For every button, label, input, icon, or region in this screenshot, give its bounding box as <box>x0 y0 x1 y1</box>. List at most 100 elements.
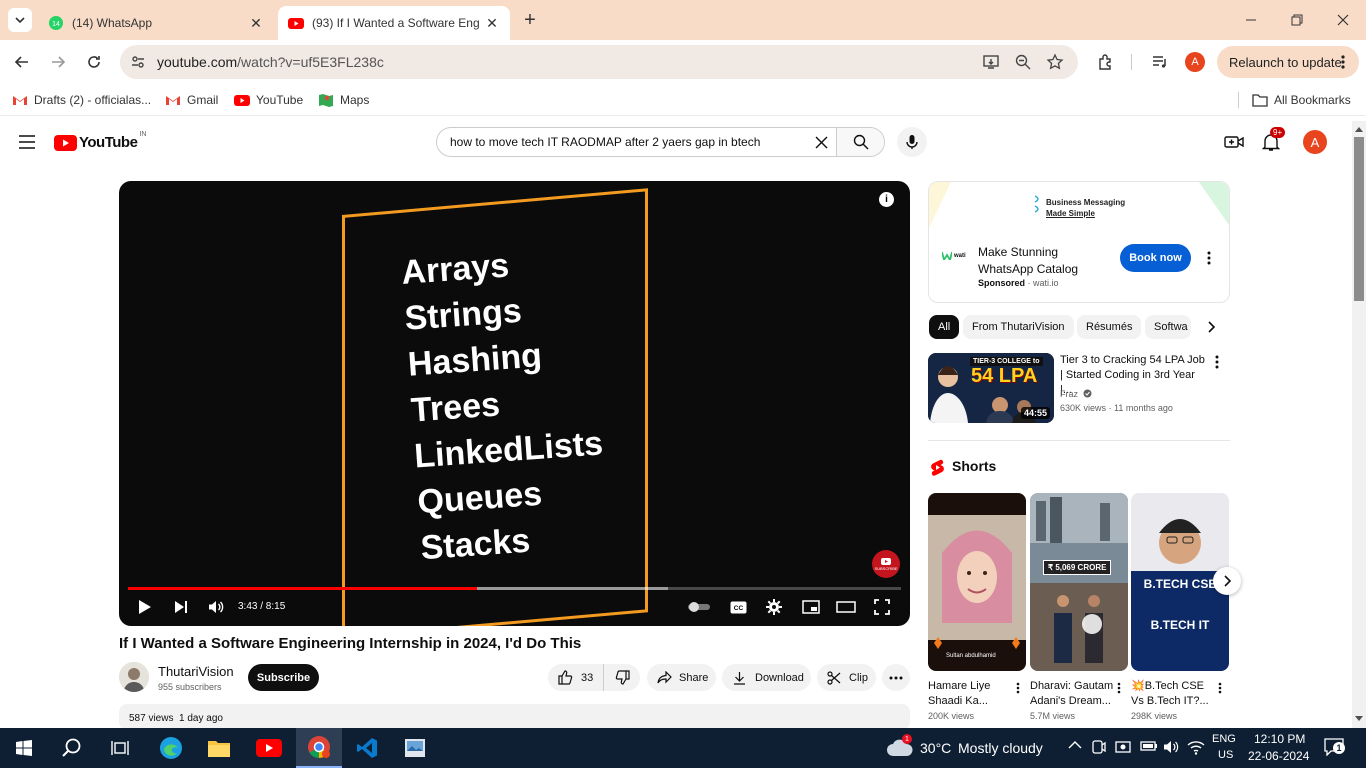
next-button[interactable] <box>172 596 190 618</box>
scroll-down-icon[interactable] <box>1355 716 1363 722</box>
forward-button[interactable] <box>44 48 72 76</box>
chip-software[interactable]: Softwa <box>1145 315 1191 339</box>
chips-next-button[interactable] <box>1201 317 1221 337</box>
search-input[interactable]: how to move tech IT RAODMAP after 2 yaer… <box>437 135 806 149</box>
page-scrollbar[interactable] <box>1352 121 1366 728</box>
restore-button[interactable] <box>1274 0 1320 40</box>
extensions-button[interactable] <box>1092 48 1120 76</box>
play-button[interactable] <box>136 596 154 618</box>
download-button[interactable]: Download <box>722 664 811 691</box>
tab-search-button[interactable] <box>8 8 32 32</box>
close-icon[interactable]: ✕ <box>484 15 500 31</box>
file-explorer-app[interactable] <box>199 732 239 764</box>
clock-time[interactable]: 12:10 PM <box>1254 732 1305 746</box>
address-bar[interactable]: youtube.com/watch?v=uf5E3FL238c <box>120 45 1078 79</box>
media-control-button[interactable] <box>1146 48 1174 76</box>
avatar[interactable]: A <box>1303 130 1327 154</box>
subscribe-watermark[interactable]: SUBSCRIBE <box>872 550 900 578</box>
subscribe-button[interactable]: Subscribe <box>248 664 319 691</box>
sponsored-ad[interactable]: Business Messaging Made Simple wati Make… <box>928 181 1230 303</box>
chip-resumes[interactable]: Résumés <box>1077 315 1142 339</box>
battery-icon[interactable] <box>1140 740 1158 752</box>
voice-search-button[interactable] <box>897 127 927 157</box>
site-info-icon[interactable] <box>130 54 146 70</box>
clip-button[interactable]: Clip <box>817 664 876 691</box>
search-button[interactable] <box>52 732 92 764</box>
like-button[interactable]: 33 <box>548 664 604 691</box>
settings-button[interactable] <box>765 596 783 618</box>
search-box[interactable]: how to move tech IT RAODMAP after 2 yaer… <box>436 127 885 157</box>
short-card-2[interactable]: ₹ 5,069 CRORE <box>1030 493 1128 671</box>
start-button[interactable] <box>4 732 44 764</box>
video-player[interactable]: Arrays Strings Hashing Trees LinkedLists… <box>119 181 910 626</box>
close-window-button[interactable] <box>1320 0 1366 40</box>
bookmark-youtube[interactable]: YouTube <box>234 91 303 109</box>
miniplayer-button[interactable] <box>801 596 821 618</box>
minimize-button[interactable] <box>1228 0 1274 40</box>
volume-icon[interactable] <box>1163 739 1179 755</box>
profile-button[interactable]: A <box>1181 48 1209 76</box>
autoplay-toggle[interactable] <box>686 596 712 618</box>
edge-app[interactable] <box>151 732 191 764</box>
scroll-up-icon[interactable] <box>1355 126 1363 132</box>
more-vert-icon[interactable] <box>1218 682 1222 694</box>
share-button[interactable]: Share <box>647 664 716 691</box>
channel-name[interactable]: ThutariVision <box>158 664 234 679</box>
tab-whatsapp[interactable]: 14 (14) WhatsApp ✕ <box>38 6 274 40</box>
more-vert-icon[interactable] <box>1117 682 1121 694</box>
fullscreen-button[interactable] <box>873 596 891 618</box>
more-vert-icon[interactable] <box>1215 355 1219 369</box>
info-icon[interactable]: i <box>879 192 894 207</box>
close-icon[interactable]: ✕ <box>248 15 264 31</box>
vscode-app[interactable] <box>347 732 387 764</box>
all-bookmarks[interactable]: All Bookmarks <box>1252 91 1351 109</box>
reload-button[interactable] <box>80 48 108 76</box>
task-view-button[interactable] <box>100 732 140 764</box>
tab-youtube[interactable]: (93) If I Wanted a Software Eng ✕ <box>278 6 510 40</box>
bookmark-maps[interactable]: Maps <box>318 91 369 109</box>
theater-mode-button[interactable] <box>836 596 856 618</box>
menu-icon[interactable] <box>16 132 38 152</box>
volume-button[interactable] <box>206 596 226 618</box>
recommended-thumbnail[interactable]: TIER-3 COLLEGE to 54 LPA 44:55 <box>928 353 1054 423</box>
relaunch-button[interactable]: Relaunch to update <box>1217 46 1359 78</box>
dislike-button[interactable] <box>604 664 640 691</box>
more-actions-button[interactable] <box>882 664 910 691</box>
back-button[interactable] <box>8 48 36 76</box>
short-card-1[interactable]: Sultan abdulhamid <box>928 493 1026 671</box>
short-title[interactable]: Hamare Liye Shaadi Ka... <box>928 679 1012 709</box>
short-title[interactable]: 💥B.Tech CSE Vs B.Tech IT?... <box>1131 679 1215 709</box>
zoom-icon[interactable] <box>1014 53 1032 71</box>
description-box[interactable]: 587 views 1 day ago <box>119 704 910 730</box>
bookmark-gmail[interactable]: Gmail <box>165 91 218 109</box>
notification-center-button[interactable]: 1 <box>1324 738 1345 756</box>
chevron-up-icon[interactable] <box>1068 741 1082 749</box>
new-tab-button[interactable]: + <box>518 9 542 31</box>
youtube-logo[interactable]: YouTube IN <box>54 131 146 151</box>
install-app-icon[interactable] <box>982 53 1000 71</box>
chip-from-channel[interactable]: From ThutariVision <box>963 315 1074 339</box>
screen-capture-icon[interactable] <box>1115 739 1131 755</box>
clear-search-icon[interactable] <box>806 136 836 149</box>
more-vert-icon[interactable] <box>1016 682 1020 694</box>
meet-icon[interactable] <box>1092 739 1106 755</box>
channel-avatar[interactable] <box>119 662 149 692</box>
create-button[interactable] <box>1224 132 1244 152</box>
scrollbar-thumb[interactable] <box>1354 137 1364 301</box>
captions-button[interactable]: CC <box>729 596 747 618</box>
shorts-next-button[interactable] <box>1213 567 1241 595</box>
photos-app[interactable] <box>395 732 435 764</box>
recommended-channel[interactable]: Fraz <box>1060 389 1078 399</box>
more-vert-icon[interactable] <box>1207 251 1211 265</box>
bookmark-drafts[interactable]: Drafts (2) - officialas... <box>12 91 151 109</box>
wifi-icon[interactable] <box>1187 739 1205 755</box>
notifications-button[interactable]: 9+ <box>1262 127 1286 152</box>
chrome-app[interactable] <box>296 728 342 768</box>
youtube-app[interactable] <box>249 732 289 764</box>
chip-all[interactable]: All <box>929 315 960 339</box>
short-title[interactable]: Dharavi: Gautam Adani's Dream... <box>1030 679 1114 709</box>
search-button[interactable] <box>836 128 884 156</box>
book-now-button[interactable]: Book now <box>1120 244 1191 272</box>
bookmark-star-icon[interactable] <box>1046 53 1064 71</box>
language-indicator[interactable]: ENG <box>1212 733 1236 745</box>
